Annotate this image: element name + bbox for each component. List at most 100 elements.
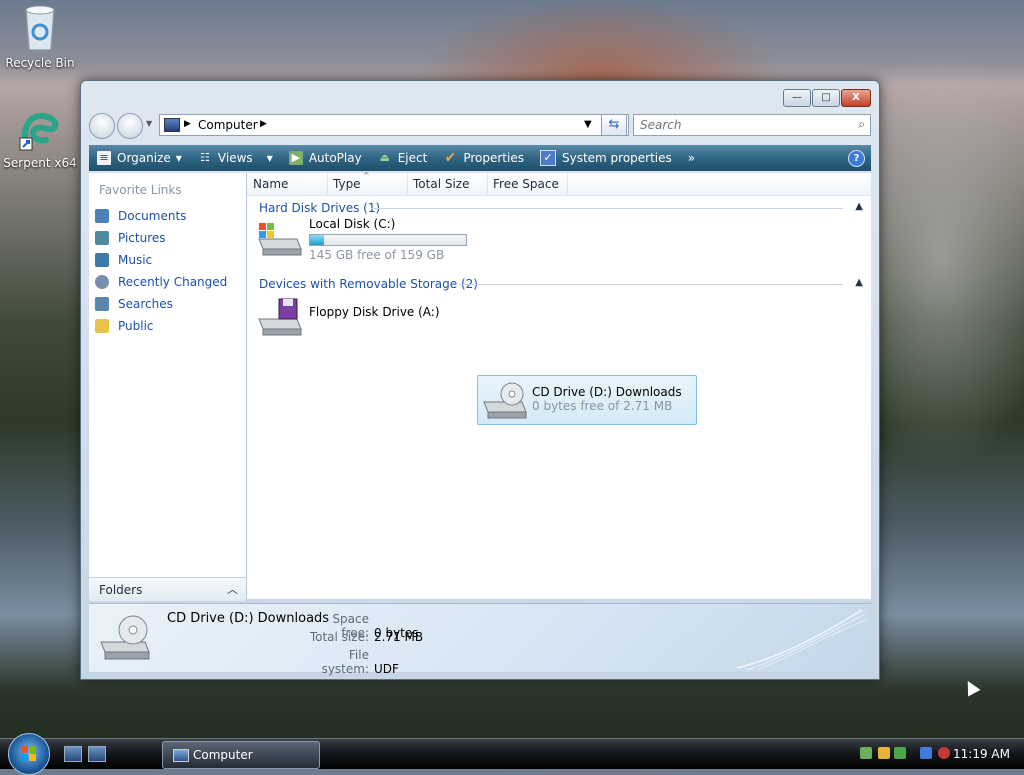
search-input[interactable] <box>638 115 842 135</box>
more-commands-button[interactable]: » <box>680 145 703 171</box>
group-divider <box>459 284 843 285</box>
sidebar-item-label: Recently Changed <box>118 275 228 289</box>
sidebar-item-label: Searches <box>118 297 173 311</box>
sidebar-item-label: Pictures <box>118 231 166 245</box>
drive-usage-bar <box>309 234 467 246</box>
views-label: Views <box>217 151 253 165</box>
autoplay-icon: ▶ <box>288 151 303 165</box>
switch-windows-icon[interactable] <box>88 746 106 762</box>
organize-label: Organize <box>117 151 171 165</box>
autoplay-button[interactable]: ▶ AutoPlay <box>281 145 370 171</box>
search-icon[interactable]: ⌕ <box>858 117 865 132</box>
taskbar-button-computer[interactable]: Computer <box>162 741 320 769</box>
details-value: 2.71 MB <box>374 630 424 644</box>
drive-floppy-a[interactable]: Floppy Disk Drive (A:) <box>255 293 465 343</box>
taskbar-button-label: Computer <box>193 748 253 762</box>
breadcrumb-computer[interactable]: Computer <box>198 118 258 132</box>
maximize-button[interactable]: □ <box>812 89 840 107</box>
sidebar-item-label: Public <box>118 319 154 333</box>
music-icon <box>95 253 109 267</box>
recently-changed-icon <box>95 275 109 289</box>
drive-cd-d-selected[interactable]: CD Drive (D:) Downloads 0 bytes free of … <box>477 375 697 425</box>
drive-name: CD Drive (D:) Downloads <box>532 385 682 399</box>
back-button[interactable] <box>89 113 115 139</box>
update-icon[interactable] <box>894 747 906 759</box>
drive-free-space: 0 bytes free of 2.71 MB <box>532 399 673 413</box>
network-status-icon[interactable] <box>860 747 872 759</box>
serpent-app-icon <box>19 112 59 151</box>
details-key: Total size: <box>309 630 369 644</box>
close-button[interactable]: X <box>841 89 871 107</box>
navigation-bar: ▼ ▶ Computer ▶ ▼ ⇆ ⌕ <box>89 113 871 139</box>
details-total-size: Total size: 2.71 MB <box>309 630 423 644</box>
maximize-icon: □ <box>821 92 831 103</box>
column-header-row: Name Type ^ Total Size Free Space <box>247 171 871 196</box>
cd-drive-icon <box>483 382 527 419</box>
windows-logo-icon <box>21 746 36 761</box>
search-box[interactable]: ⌕ <box>633 114 871 136</box>
explorer-window: — □ X ▼ ▶ Computer ▶ ▼ ⇆ ⌕ ≡ Organize ▼ ☷… <box>80 80 880 680</box>
properties-button[interactable]: ✔ Properties <box>435 145 532 171</box>
group-header-removable[interactable]: Devices with Removable Storage (2) <box>259 277 478 291</box>
taskbar: Computer 11:19 AM <box>0 733 1024 775</box>
minimize-icon: — <box>792 92 802 103</box>
eject-button[interactable]: ⏏ Eject <box>370 145 436 171</box>
sidebar-item-public[interactable]: Public <box>89 315 246 337</box>
favorite-links-heading: Favorite Links <box>99 183 182 197</box>
collapse-group-icon[interactable]: ▲ <box>855 201 863 212</box>
pictures-icon <box>95 231 109 245</box>
start-button[interactable] <box>8 733 50 775</box>
drive-name: Floppy Disk Drive (A:) <box>309 305 440 319</box>
address-dropdown-icon[interactable]: ▼ <box>584 119 592 130</box>
sidebar-item-music[interactable]: Music <box>89 249 246 271</box>
chevron-up-icon: ︿ <box>227 583 238 596</box>
column-header-total-size[interactable]: Total Size <box>407 173 488 195</box>
minimize-button[interactable]: — <box>783 89 811 107</box>
more-icon: » <box>687 151 696 165</box>
cd-drive-icon <box>100 615 150 660</box>
desktop-icon-recycle-bin[interactable]: Recycle Bin <box>0 4 80 70</box>
checkmark-icon: ✔ <box>444 150 457 166</box>
clock[interactable]: 11:19 AM <box>953 747 1010 761</box>
column-header-free-space[interactable]: Free Space <box>487 173 568 195</box>
details-title: CD Drive (D:) Downloads <box>167 611 330 626</box>
address-bar[interactable]: ▶ Computer ▶ ▼ <box>159 114 629 136</box>
sidebar-item-searches[interactable]: Searches <box>89 293 246 315</box>
documents-icon <box>95 209 109 223</box>
forward-button[interactable] <box>117 113 143 139</box>
eject-icon: ⏏ <box>379 151 390 164</box>
sidebar-item-recently-changed[interactable]: Recently Changed <box>89 271 246 293</box>
column-header-name[interactable]: Name <box>247 173 328 195</box>
folders-toggle[interactable]: Folders ︿ <box>89 577 247 601</box>
refresh-button[interactable]: ⇆ <box>601 114 627 136</box>
organize-button[interactable]: ≡ Organize ▼ <box>89 145 190 171</box>
computer-icon <box>164 118 180 132</box>
breadcrumb-arrow-icon[interactable]: ▶ <box>260 119 267 129</box>
help-icon: ? <box>853 153 860 164</box>
volume-muted-icon[interactable] <box>938 747 950 759</box>
floppy-drive-icon <box>258 298 302 336</box>
show-desktop-icon[interactable] <box>64 746 82 762</box>
refresh-icon: ⇆ <box>608 117 620 132</box>
group-header-hard-disk[interactable]: Hard Disk Drives (1) <box>259 201 380 215</box>
help-button[interactable]: ? <box>848 150 865 167</box>
eject-label: Eject <box>397 151 428 165</box>
collapse-group-icon[interactable]: ▲ <box>855 277 863 288</box>
details-pane: CD Drive (D:) Downloads Space free: 0 byt… <box>89 603 871 676</box>
recycle-bin-label: Recycle Bin <box>5 56 75 70</box>
chevron-down-icon: ▼ <box>175 153 182 163</box>
sidebar-item-documents[interactable]: Documents <box>89 205 246 227</box>
network-connection-icon[interactable] <box>920 747 932 759</box>
desktop-icon-serpent[interactable]: Serpent x64 <box>0 108 80 170</box>
details-file-system: File system: UDF <box>309 648 399 676</box>
views-button[interactable]: ☷ Views ▼ <box>190 145 281 171</box>
navigation-pane: Favorite Links Documents Pictures Music … <box>89 173 247 599</box>
breadcrumb-arrow-icon[interactable]: ▶ <box>184 119 191 129</box>
security-shield-icon[interactable] <box>878 747 890 759</box>
public-folder-icon <box>95 319 109 333</box>
sidebar-item-pictures[interactable]: Pictures <box>89 227 246 249</box>
recycle-bin-icon <box>25 5 55 51</box>
system-properties-button[interactable]: ✓ System properties <box>532 145 680 171</box>
sort-indicator-icon: ^ <box>363 171 370 180</box>
recent-pages-chevron-icon[interactable]: ▼ <box>146 119 152 128</box>
